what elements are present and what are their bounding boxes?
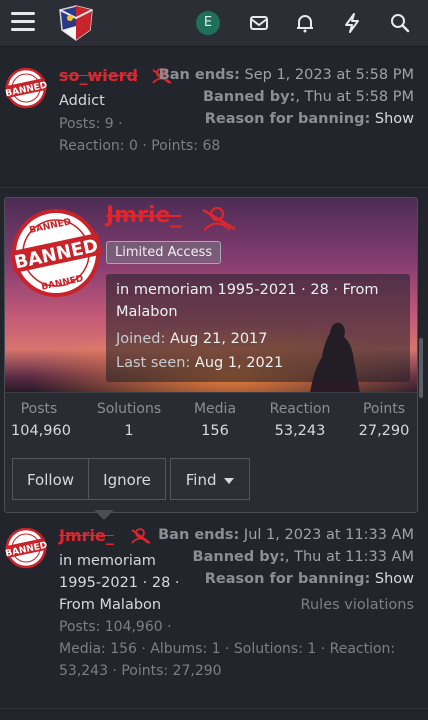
find-button[interactable]: Find (170, 458, 250, 500)
banned-by-value: , Thu at 5:58 PM (295, 89, 414, 105)
banned-stamp-avatar[interactable]: BANNED (5, 527, 47, 569)
show-reason-link[interactable]: Show (375, 111, 414, 127)
scrollbar-thumb[interactable] (419, 338, 423, 398)
about-line: in memoriam 1995-2021 · 28 · From (116, 282, 379, 298)
joined-label: Joined: (116, 331, 166, 347)
user-avatar[interactable]: E (196, 11, 220, 35)
stat-solutions[interactable]: Solutions 1 (93, 401, 165, 439)
profile-banner: BANNED BANNED BANNED Jmrie_ Limited Acce… (5, 198, 417, 393)
tooltip-pointer (94, 510, 114, 520)
last-seen: Last seen: Aug 1, 2021 (116, 355, 283, 371)
stat-label: Posts (20, 401, 58, 417)
banned-by-label: Banned by: (202, 89, 296, 105)
envelope-icon[interactable] (248, 12, 270, 34)
show-reason-link[interactable]: Show (375, 571, 414, 587)
banned-by-value: , Thu at 11:33 AM (284, 549, 414, 565)
user-group-badge: Limited Access (106, 241, 222, 264)
banned-stamp-avatar[interactable]: BANNED BANNED BANNED (11, 208, 101, 298)
about-location: Malabon (116, 304, 178, 320)
banned-user-entry: BANNED Jmrie_ in memoriam 1995-2021 · 28… (0, 522, 428, 700)
stat-value: 104,960 (11, 423, 71, 439)
member-stats: Posts 104,960 Solutions 1 Media 156 Reactio… (5, 392, 417, 449)
banned-user-entry: BANNED so_wierd Addict Posts: 9 · Reacti… (0, 57, 428, 188)
ban-ends-value: Sep 1, 2023 at 5:58 PM (244, 67, 415, 83)
banned-user-icon (202, 207, 236, 231)
bell-icon[interactable] (294, 12, 316, 34)
stat-value: 156 (201, 423, 229, 439)
follow-button[interactable]: Follow (12, 458, 89, 500)
joined-value: Aug 21, 2017 (170, 331, 268, 347)
stat-label: Media (193, 401, 237, 417)
posts-count: Posts: 9 · (59, 116, 123, 132)
profile-info-box: in memoriam 1995-2021 · 28 · From Malabo… (106, 274, 410, 382)
ban-ends-value: Jul 1, 2023 at 11:33 AM (243, 527, 414, 543)
joined-date: Joined: Aug 21, 2017 (116, 331, 268, 347)
user-title: Addict (59, 93, 105, 109)
username-link[interactable]: so_wierd (59, 66, 138, 85)
divider (0, 708, 428, 709)
posts-count: Posts: 104,960 · (59, 619, 172, 635)
username-link[interactable]: Jmrie_ (59, 526, 114, 545)
banned-user-icon (131, 528, 151, 544)
reason-label: Reason for banning: (204, 571, 371, 587)
member-tooltip-card: BANNED BANNED BANNED Jmrie_ Limited Acce… (4, 197, 418, 513)
banned-stamp-avatar[interactable]: BANNED (5, 67, 47, 109)
media-stats: Media: 156 · Albums: 1 · Solutions: 1 · … (59, 641, 396, 657)
search-icon[interactable] (389, 12, 411, 34)
user-title: From Malabon (59, 597, 162, 613)
user-title: in memoriam (59, 553, 156, 569)
stat-posts[interactable]: Posts 104,960 (11, 401, 71, 439)
ban-ends-label: Ban ends: (158, 67, 240, 83)
ban-details: Ban ends: Sep 1, 2023 at 5:58 PM Banned … (159, 64, 414, 130)
ban-ends-label: Ban ends: (158, 527, 240, 543)
top-navigation-bar: E (0, 0, 428, 47)
reaction-points: 53,243 · Points: 27,290 (59, 663, 222, 679)
ban-details: Ban ends: Jul 1, 2023 at 11:33 AM Banned… (158, 524, 414, 590)
ignore-button[interactable]: Ignore (88, 458, 166, 500)
stat-reaction[interactable]: Reaction 53,243 (265, 401, 335, 439)
reaction-points: Reaction: 0 · Points: 68 (59, 138, 221, 154)
last-seen-label: Last seen: (116, 355, 191, 371)
last-seen-value: Aug 1, 2021 (194, 355, 284, 371)
caret-down-icon (224, 477, 235, 484)
stat-points[interactable]: Points 27,290 (357, 401, 411, 439)
menu-icon[interactable] (11, 12, 35, 32)
reason-label: Reason for banning: (204, 111, 371, 127)
stat-value: 1 (124, 423, 134, 439)
ban-reason-text: Rules violations (300, 597, 414, 613)
site-logo[interactable] (56, 4, 96, 42)
stat-label: Solutions (96, 401, 162, 417)
stat-label: Reaction (269, 401, 331, 417)
stat-label: Points (362, 401, 406, 417)
find-label: Find (185, 471, 217, 489)
bolt-icon[interactable] (341, 12, 363, 34)
stat-value: 53,243 (274, 423, 326, 439)
stat-media[interactable]: Media 156 (189, 401, 241, 439)
banned-by-label: Banned by: (192, 549, 285, 565)
stat-value: 27,290 (358, 423, 410, 439)
card-username[interactable]: Jmrie_ (106, 203, 181, 228)
